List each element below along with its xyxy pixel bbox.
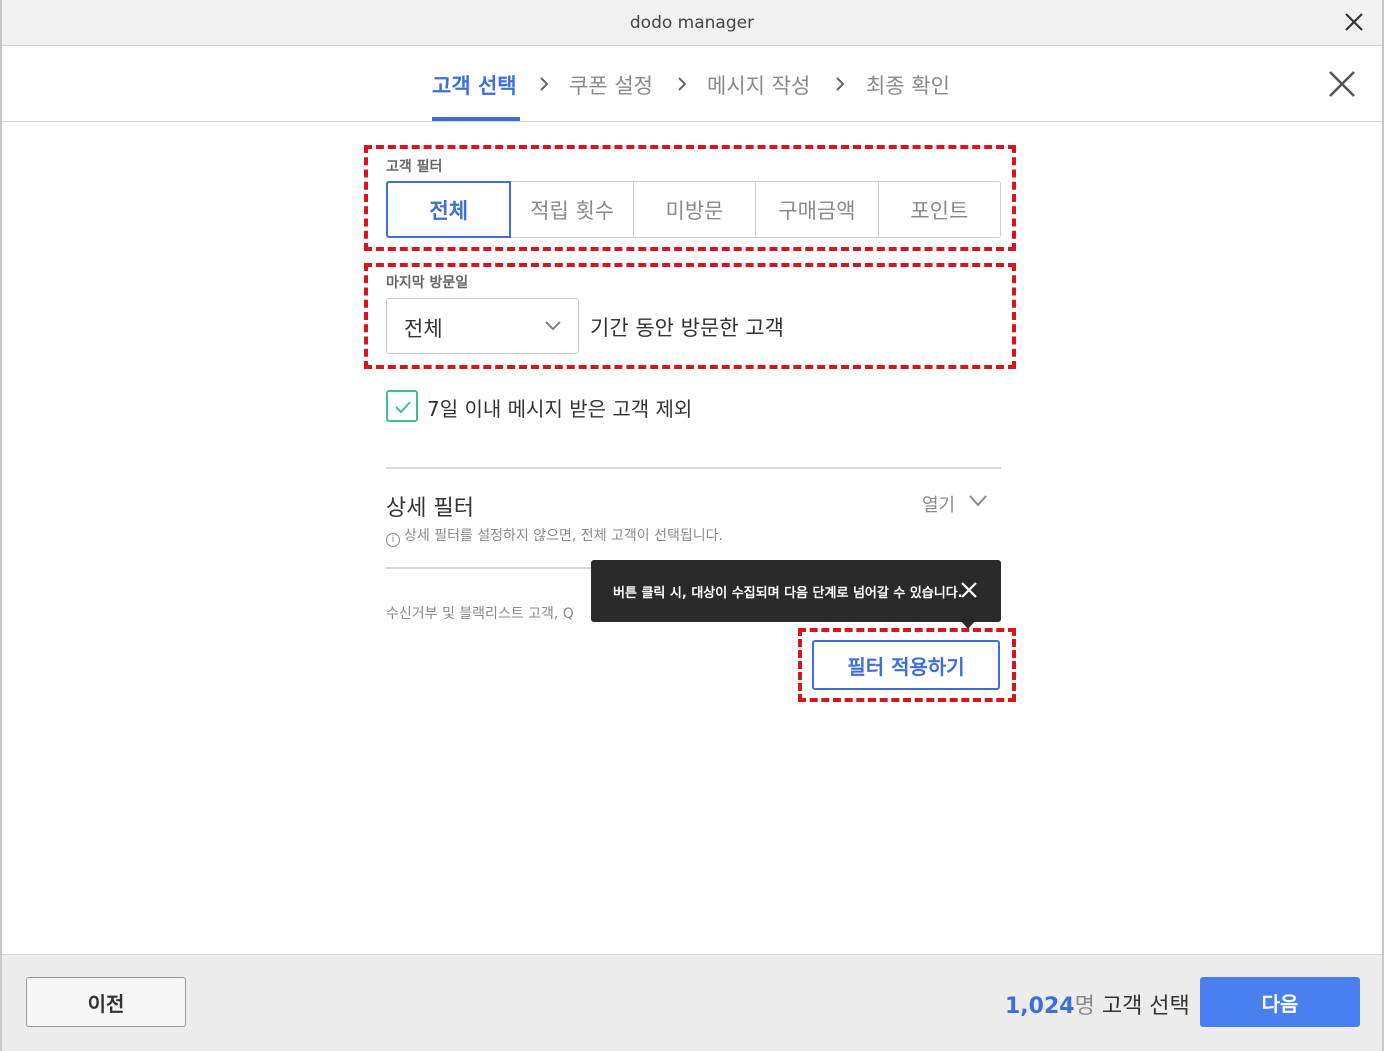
step-customer-select[interactable]: 고객 선택: [432, 70, 517, 100]
filter-option-all[interactable]: 전체: [386, 181, 512, 238]
detail-filter-note-text: 상세 필터를 설정하지 않으면, 전체 고객이 선택됩니다.: [404, 528, 723, 544]
detail-filter-note: i 상세 필터를 설정하지 않으면, 전체 고객이 선택됩니다.: [386, 525, 723, 547]
count-unit: 명: [1074, 994, 1095, 1019]
apply-tooltip: 버튼 클릭 시, 대상이 수집되며 다음 단계로 넘어갈 수 있습니다.: [591, 560, 1001, 622]
last-visit-label: 마지막 방문일: [386, 275, 469, 291]
detail-filter-toggle[interactable]: 열기: [922, 491, 955, 517]
excluded-customers-note: 수신거부 및 블랙리스트 고객, Q: [386, 606, 574, 622]
step-navigation: 고객 선택 쿠폰 설정 메시지 작성 최종 확인: [2, 46, 1382, 122]
apply-filter-button[interactable]: 필터 적용하기: [812, 640, 1000, 690]
customer-filter-label: 고객 필터: [386, 159, 443, 175]
detail-filter-title: 상세 필터: [386, 496, 474, 521]
next-button[interactable]: 다음: [1200, 977, 1360, 1027]
filter-option-not-visited[interactable]: 미방문: [634, 182, 757, 237]
app-window: dodo manager 고객 선택 쿠폰 설정 메시지 작성 최종 확인 고객…: [0, 0, 1384, 1051]
divider: [386, 467, 1001, 469]
window-close-icon[interactable]: [1342, 10, 1366, 34]
chevron-right-icon: [540, 77, 549, 91]
selected-customer-count: 1,024명 고객 선택: [1005, 988, 1190, 1020]
exclude-recent-label: 7일 이내 메시지 받은 고객 제외: [427, 397, 693, 421]
info-icon: i: [386, 533, 400, 547]
step-message-write[interactable]: 메시지 작성: [707, 70, 810, 100]
active-step-indicator: [432, 117, 520, 121]
bottom-bar: 이전 1,024명 고객 선택 다음: [2, 954, 1382, 1051]
step-final-confirm[interactable]: 최종 확인: [866, 70, 950, 100]
tooltip-arrow: [960, 620, 976, 629]
chevron-down-icon[interactable]: [968, 494, 988, 508]
check-icon: [395, 401, 411, 414]
prev-button[interactable]: 이전: [26, 977, 186, 1027]
chevron-down-icon: [545, 321, 561, 331]
count-suffix: 고객 선택: [1094, 994, 1190, 1019]
chevron-right-icon: [678, 77, 687, 91]
filter-option-purchase-amount[interactable]: 구매금액: [756, 182, 879, 237]
last-visit-select[interactable]: 전체: [386, 298, 579, 354]
exclude-recent-checkbox[interactable]: [386, 390, 418, 422]
last-visit-selected-value: 전체: [404, 317, 443, 341]
step-coupon-setting[interactable]: 쿠폰 설정: [569, 70, 653, 100]
last-visit-suffix: 기간 동안 방문한 고객: [590, 316, 784, 340]
window-title: dodo manager: [629, 13, 755, 33]
filter-option-points[interactable]: 포인트: [879, 182, 1000, 237]
filter-option-accumulation-count[interactable]: 적립 횟수: [511, 182, 634, 237]
tooltip-close-icon[interactable]: [959, 580, 979, 600]
tooltip-text: 버튼 클릭 시, 대상이 수집되며 다음 단계로 넘어갈 수 있습니다.: [613, 586, 963, 601]
close-icon[interactable]: [1326, 68, 1358, 100]
chevron-right-icon: [836, 77, 845, 91]
title-bar: dodo manager: [2, 0, 1382, 46]
customer-filter-segmented: 전체 적립 횟수 미방문 구매금액 포인트: [386, 181, 1001, 238]
count-number: 1,024: [1005, 994, 1075, 1019]
